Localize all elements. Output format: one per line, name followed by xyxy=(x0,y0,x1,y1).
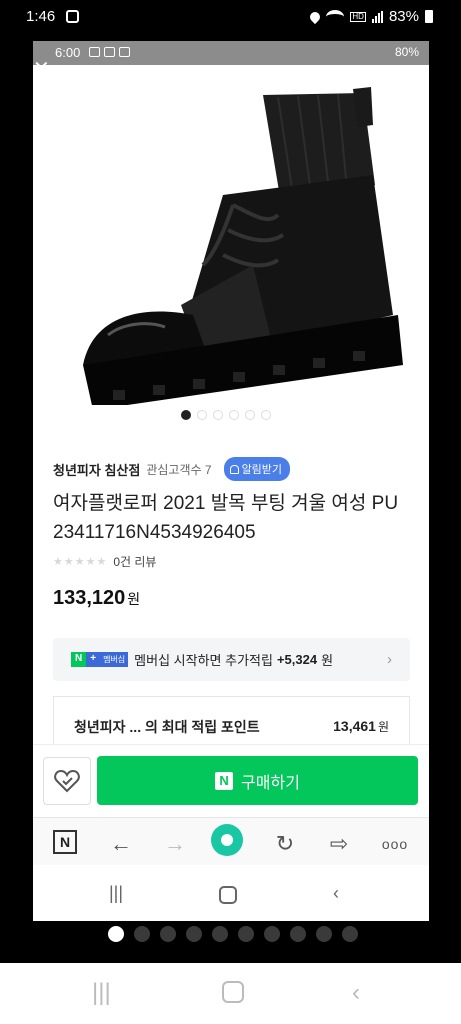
image-carousel-dots[interactable] xyxy=(181,410,271,420)
recent-apps-icon[interactable]: ||| xyxy=(109,883,123,904)
dot xyxy=(245,410,255,420)
membership-amount: +5,324 xyxy=(276,652,318,667)
product-title: 여자플랫로퍼 2021 발목 부팅 겨울 여성 PU 23411716N4534… xyxy=(53,493,399,543)
browser-toolbar: N ← → ↻ ⇨ ooo xyxy=(33,817,429,865)
inner-nav-bar: ||| ‹ xyxy=(33,871,429,921)
alert-subscribe-button[interactable]: 알림받기 xyxy=(223,457,291,481)
dot xyxy=(213,410,223,420)
green-dot-home-icon[interactable] xyxy=(211,824,243,856)
dot xyxy=(134,926,150,942)
dot xyxy=(108,926,124,942)
inner-phone-screen: 6:00 80% ✕ 청년피자 침산점 관심고객수 7 알림받기 여자플랫로퍼 … xyxy=(33,41,429,921)
more-icon[interactable]: ooo xyxy=(381,830,409,858)
points-label: 청년피자 ... 의 최대 적립 포인트 xyxy=(74,718,260,735)
wifi-icon xyxy=(326,9,345,24)
notification-icon xyxy=(66,10,79,23)
home-icon[interactable] xyxy=(222,981,244,1003)
buy-label: 구매하기 xyxy=(241,774,300,792)
membership-text: 멤버십 시작하면 추가적립 xyxy=(134,653,273,668)
outer-status-bar: 1:46 HD 83% xyxy=(0,0,461,34)
product-price: 133,120 원 xyxy=(53,587,140,610)
dot xyxy=(229,410,239,420)
buy-button[interactable]: N 구매하기 xyxy=(97,756,418,805)
naver-logo-icon: N xyxy=(215,771,234,790)
price-value: 133,120 xyxy=(53,587,126,609)
review-count[interactable]: 0건 리뷰 xyxy=(113,553,156,570)
back-arrow-icon[interactable]: ← xyxy=(107,830,135,858)
page-indicator xyxy=(108,926,358,942)
naver-plus-badge: N + 멤버십 xyxy=(71,652,129,667)
close-icon[interactable]: ✕ xyxy=(33,59,53,79)
refresh-icon[interactable]: ↻ xyxy=(271,830,299,858)
screen: 1:46 HD 83% 6:00 80% ✕ 청년피자 침산점 관심고객수 7 … xyxy=(0,0,461,1024)
inner-battery-text: 80% xyxy=(394,45,419,59)
dot xyxy=(290,926,306,942)
forward-arrow-icon[interactable]: → xyxy=(161,830,189,858)
product-image[interactable] xyxy=(53,65,413,405)
naver-home-button[interactable]: N xyxy=(53,830,77,854)
inner-clock: 6:00 xyxy=(55,45,81,60)
dot xyxy=(197,410,207,420)
dot xyxy=(342,926,358,942)
screen-icon xyxy=(89,47,100,57)
volte-icon: HD xyxy=(350,11,366,22)
outer-clock: 1:46 xyxy=(26,8,56,25)
outer-battery-text: 83% xyxy=(388,8,419,25)
chevron-right-icon: › xyxy=(387,651,392,668)
back-icon[interactable]: ‹ xyxy=(352,979,360,1007)
star-rating: ★★★★★ xyxy=(53,556,108,568)
rating-row: ★★★★★ 0건 리뷰 xyxy=(53,553,156,570)
followers-count: 관심고객수 7 xyxy=(146,462,212,477)
points-value: 13,461 원 xyxy=(333,718,389,734)
home-icon[interactable] xyxy=(219,886,237,904)
inner-status-bar: 6:00 80% xyxy=(33,41,429,65)
price-unit: 원 xyxy=(127,591,141,607)
purchase-bar: N 구매하기 xyxy=(33,744,429,816)
signal-icon xyxy=(371,10,383,23)
share-icon[interactable]: ⇨ xyxy=(325,830,353,858)
dot xyxy=(186,926,202,942)
wishlist-button[interactable] xyxy=(43,757,91,805)
dot xyxy=(261,410,271,420)
battery-icon xyxy=(425,10,433,23)
heart-icon xyxy=(54,769,80,793)
notification-icon xyxy=(119,47,130,57)
outer-nav-bar: ||| ‹ xyxy=(0,963,461,1024)
store-name[interactable]: 청년피자 침산점 xyxy=(53,460,140,479)
dot xyxy=(264,926,280,942)
back-icon[interactable]: ‹ xyxy=(333,883,339,904)
youtube-icon xyxy=(104,47,115,57)
location-icon xyxy=(308,9,323,24)
store-row: 청년피자 침산점 관심고객수 7 알림받기 xyxy=(53,457,291,481)
dot xyxy=(212,926,228,942)
recent-apps-icon[interactable]: ||| xyxy=(92,979,111,1007)
bell-icon xyxy=(229,464,239,474)
dot xyxy=(160,926,176,942)
membership-unit: 원 xyxy=(321,653,334,668)
dot xyxy=(316,926,332,942)
membership-banner[interactable]: N + 멤버십 멤버십 시작하면 추가적립 +5,324 원 › xyxy=(53,638,410,681)
dot xyxy=(181,410,191,420)
dot xyxy=(238,926,254,942)
alert-label: 알림받기 xyxy=(241,464,283,476)
